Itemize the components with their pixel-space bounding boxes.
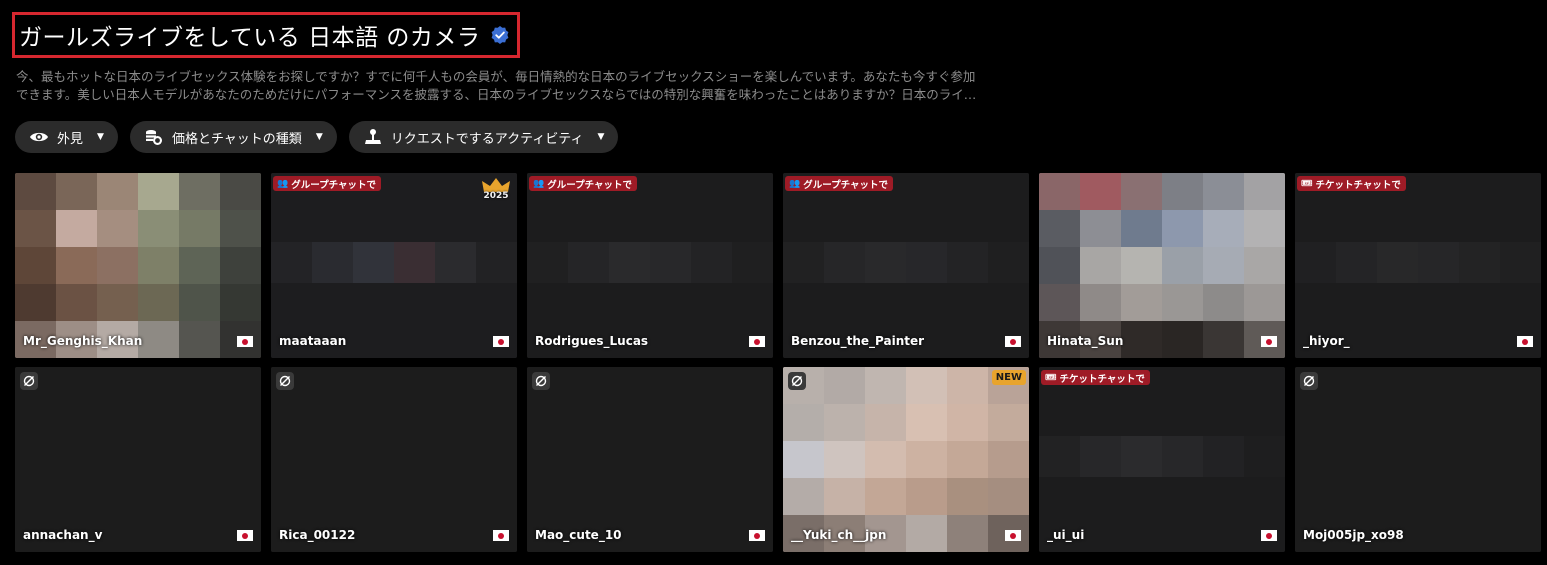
japan-flag-icon: [749, 530, 765, 541]
performer-name: Hinata_Sun: [1047, 334, 1124, 348]
camera-card[interactable]: NEW __Yuki_ch__jpn: [783, 367, 1029, 552]
performer-name: Benzou_the_Painter: [791, 334, 925, 348]
japan-flag-icon: [237, 336, 253, 347]
camera-card[interactable]: Mr_Genghis_Khan: [15, 173, 261, 358]
ticket-chat-badge-label: チケットチャットで: [1059, 373, 1145, 385]
camera-off-icon: [20, 372, 38, 390]
crown-icon: 2025: [479, 177, 513, 203]
activities-filter-button[interactable]: リクエストでするアクティビティ ▼: [348, 121, 619, 153]
price-chat-type-filter-label: 価格とチャットの種類: [171, 131, 302, 147]
camera-card[interactable]: Moj005jp_xo98: [1295, 367, 1541, 552]
year-badge: 2025: [483, 191, 509, 201]
group-icon: 👥: [533, 178, 545, 189]
camera-card[interactable]: 👥 グループチャットで 2025 maataaan: [271, 173, 517, 358]
page-title: ガールズライブをしている 日本語 のカメラ: [19, 25, 481, 51]
performer-name: Rodrigues_Lucas: [535, 334, 649, 348]
camera-card[interactable]: Hinata_Sun: [1039, 173, 1285, 358]
camera-thumbnail: [15, 173, 261, 358]
group-icon: 👥: [277, 178, 289, 189]
price-chat-type-filter-button[interactable]: 価格とチャットの種類 ▼: [129, 121, 337, 153]
japan-flag-icon: [749, 336, 765, 347]
page-description: 今、最もホットな日本のライブセックス体験をお探しですか？すでに何千人もの会員が、…: [16, 68, 1026, 104]
camera-thumbnail: [15, 367, 261, 552]
group-icon: 👥: [789, 178, 801, 189]
group-chat-badge: 👥 グループチャットで: [785, 176, 894, 191]
camera-card[interactable]: Rica_00122: [271, 367, 517, 552]
camera-card[interactable]: 🎟 チケットチャットで _ui_ui: [1039, 367, 1285, 552]
new-badge: NEW: [991, 370, 1026, 385]
japan-flag-icon: [1005, 336, 1021, 347]
japan-flag-icon: [493, 336, 509, 347]
performer-name: Rica_00122: [279, 528, 356, 542]
camera-card[interactable]: Mao_cute_10: [527, 367, 773, 552]
camera-card[interactable]: annachan_v: [15, 367, 261, 552]
chevron-down-icon: ▼: [315, 132, 323, 142]
japan-flag-icon: [1005, 530, 1021, 541]
performer-name: Moj005jp_xo98: [1303, 528, 1404, 542]
ticket-chat-badge: 🎟 チケットチャットで: [1297, 176, 1406, 191]
joystick-icon: [363, 127, 383, 147]
performer-name: Mr_Genghis_Khan: [23, 334, 143, 348]
performer-name: Mao_cute_10: [535, 528, 622, 542]
camera-off-icon: [788, 372, 806, 390]
ticket-chat-badge-label: チケットチャットで: [1315, 179, 1401, 191]
appearance-filter-button[interactable]: 外見 ▼: [15, 121, 118, 153]
camera-card[interactable]: 👥 グループチャットで Benzou_the_Painter: [783, 173, 1029, 358]
performer-name: _ui_ui: [1047, 528, 1085, 542]
activities-filter-label: リクエストでするアクティビティ: [390, 131, 584, 147]
camera-grid: Mr_Genghis_Khan 👥 グループチャットで 2025 maataaan…: [15, 173, 1541, 552]
japan-flag-icon: [1517, 336, 1533, 347]
filter-bar: 外見 ▼ 価格とチャットの種類 ▼ リクエストでするアクティビティ ▼: [15, 121, 619, 153]
japan-flag-icon: [1261, 336, 1277, 347]
group-chat-badge: 👥 グループチャットで: [273, 176, 382, 191]
camera-thumbnail: [1039, 367, 1285, 552]
ticket-chat-badge: 🎟 チケットチャットで: [1041, 370, 1150, 385]
performer-name: maataaan: [279, 334, 347, 348]
group-chat-badge: 👥 グループチャットで: [529, 176, 638, 191]
verified-check-icon: [492, 26, 509, 44]
coins-icon: [144, 127, 164, 147]
camera-thumbnail: [527, 367, 773, 552]
eye-icon: [29, 127, 49, 147]
camera-thumbnail: [783, 173, 1029, 358]
description-line-1: 今、最もホットな日本のライブセックス体験をお探しですか？すでに何千人もの会員が、…: [16, 69, 976, 84]
page-title-box: ガールズライブをしている 日本語 のカメラ: [12, 12, 520, 58]
ticket-icon: 🎟: [1301, 178, 1313, 189]
camera-thumbnail: [783, 367, 1029, 552]
camera-off-icon: [276, 372, 294, 390]
appearance-filter-label: 外見: [57, 131, 84, 147]
japan-flag-icon: [493, 530, 509, 541]
camera-off-icon: [532, 372, 550, 390]
group-chat-badge-label: グループチャットで: [803, 179, 889, 191]
description-line-2[interactable]: できます。美しい日本人モデルがあなたのためだけにパフォーマンスを披露する、日本の…: [16, 86, 1026, 104]
group-chat-badge-label: グループチャットで: [291, 179, 377, 191]
group-chat-badge-label: グループチャットで: [547, 179, 633, 191]
camera-card[interactable]: 👥 グループチャットで Rodrigues_Lucas: [527, 173, 773, 358]
performer-name: _hiyor_: [1303, 334, 1350, 348]
japan-flag-icon: [1261, 530, 1277, 541]
japan-flag-icon: [237, 530, 253, 541]
camera-thumbnail: [1295, 367, 1541, 552]
camera-thumbnail: [271, 367, 517, 552]
camera-off-icon: [1300, 372, 1318, 390]
ticket-icon: 🎟: [1045, 372, 1057, 383]
performer-name: __Yuki_ch__jpn: [791, 528, 887, 542]
performer-name: annachan_v: [23, 528, 103, 542]
camera-thumbnail: [1039, 173, 1285, 358]
camera-thumbnail: [1295, 173, 1541, 358]
chevron-down-icon: ▼: [597, 132, 605, 142]
camera-card[interactable]: 🎟 チケットチャットで _hiyor_: [1295, 173, 1541, 358]
chevron-down-icon: ▼: [97, 132, 104, 142]
camera-thumbnail: [527, 173, 773, 358]
